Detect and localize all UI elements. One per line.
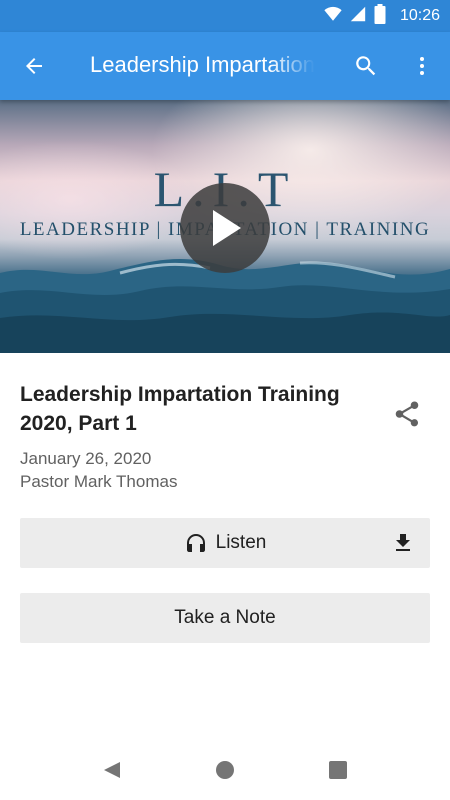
take-note-label: Take a Note [174,607,276,628]
download-icon[interactable] [390,530,416,556]
system-nav-bar [0,740,450,800]
nav-home-icon[interactable] [213,758,237,782]
nav-back-icon[interactable] [100,758,124,782]
more-vert-icon[interactable] [406,50,438,82]
status-bar: 10:26 [0,0,450,32]
toolbar-title: Leadership Impartation Training 2020, Pa… [90,52,315,77]
video-thumbnail[interactable]: L.I.T LEADERSHIP | IMPARTATION | TRAININ… [0,100,450,353]
back-arrow-icon[interactable] [18,50,50,82]
search-icon[interactable] [350,50,382,82]
app-toolbar: Leadership Impartation Training 2020, Pa… [0,32,450,100]
nav-recents-icon[interactable] [326,758,350,782]
status-time: 10:26 [399,7,440,24]
sermon-title: Leadership Impartation Training 2020, Pa… [20,383,340,435]
sermon-date: January 26, 2020 [20,449,152,468]
sermon-speaker: Pastor Mark Thomas [20,472,178,491]
signal-icon [350,6,366,27]
listen-label: Listen [215,532,267,553]
battery-icon [374,3,386,29]
headphones-icon [184,531,208,555]
wifi-icon [324,6,342,27]
listen-button[interactable]: Listen [20,518,430,568]
share-icon[interactable] [389,396,425,432]
take-note-button[interactable]: Take a Note [20,593,430,643]
play-icon[interactable] [180,183,270,273]
